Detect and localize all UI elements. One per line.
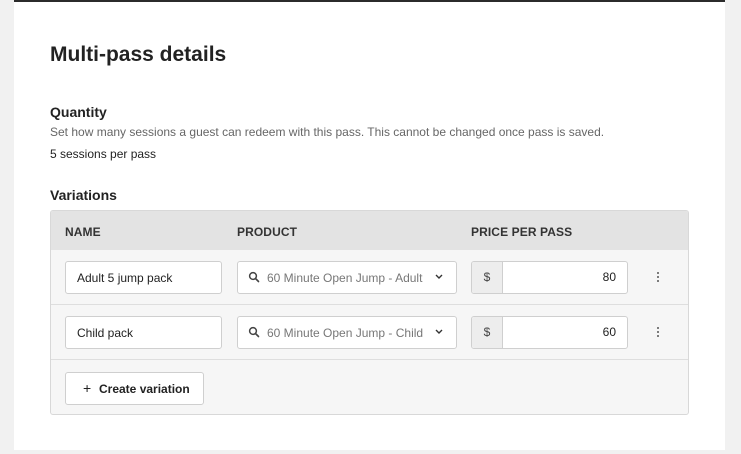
product-select[interactable]: 60 Minute Open Jump - Adult [237, 261, 457, 294]
product-select-value: 60 Minute Open Jump - Adult [267, 271, 423, 285]
column-header-product: PRODUCT [237, 225, 298, 239]
variation-name-input[interactable]: Adult 5 jump pack [65, 261, 222, 294]
table-row: Adult 5 jump pack 60 Minute Open Jump - … [51, 250, 688, 305]
table-row: Child pack 60 Minute Open Jump - Child $… [51, 305, 688, 360]
create-variation-button[interactable]: + Create variation [65, 372, 204, 405]
chevron-down-icon[interactable] [434, 273, 444, 281]
variations-table: NAME PRODUCT PRICE PER PASS Adult 5 jump… [50, 210, 689, 415]
more-vertical-icon[interactable] [655, 327, 661, 339]
more-vertical-icon[interactable] [655, 272, 661, 284]
quantity-label: Quantity [50, 104, 107, 120]
quantity-value: 5 sessions per pass [50, 147, 157, 161]
quantity-help-text: Set how many sessions a guest can redeem… [50, 125, 605, 139]
plus-icon: + [83, 380, 92, 396]
column-header-name: NAME [65, 225, 101, 239]
variations-table-header: NAME PRODUCT PRICE PER PASS [51, 211, 688, 250]
price-input[interactable]: 60 [603, 317, 616, 348]
price-input[interactable]: 80 [603, 262, 616, 293]
currency-prefix: $ [472, 317, 503, 348]
column-header-price: PRICE PER PASS [471, 225, 573, 239]
currency-prefix: $ [472, 262, 503, 293]
search-icon [248, 271, 260, 283]
chevron-down-icon[interactable] [434, 328, 444, 336]
price-input-group[interactable]: $ 80 [471, 261, 628, 294]
page-title: Multi-pass details [50, 43, 227, 66]
create-variation-label: Create variation [99, 382, 190, 396]
product-select[interactable]: 60 Minute Open Jump - Child [237, 316, 457, 349]
product-select-value: 60 Minute Open Jump - Child [267, 326, 424, 340]
variations-label: Variations [50, 187, 117, 203]
price-input-group[interactable]: $ 60 [471, 316, 628, 349]
variation-name-input[interactable]: Child pack [65, 316, 222, 349]
multi-pass-details-card: Multi-pass details Quantity Set how many… [14, 0, 725, 450]
search-icon [248, 326, 260, 338]
